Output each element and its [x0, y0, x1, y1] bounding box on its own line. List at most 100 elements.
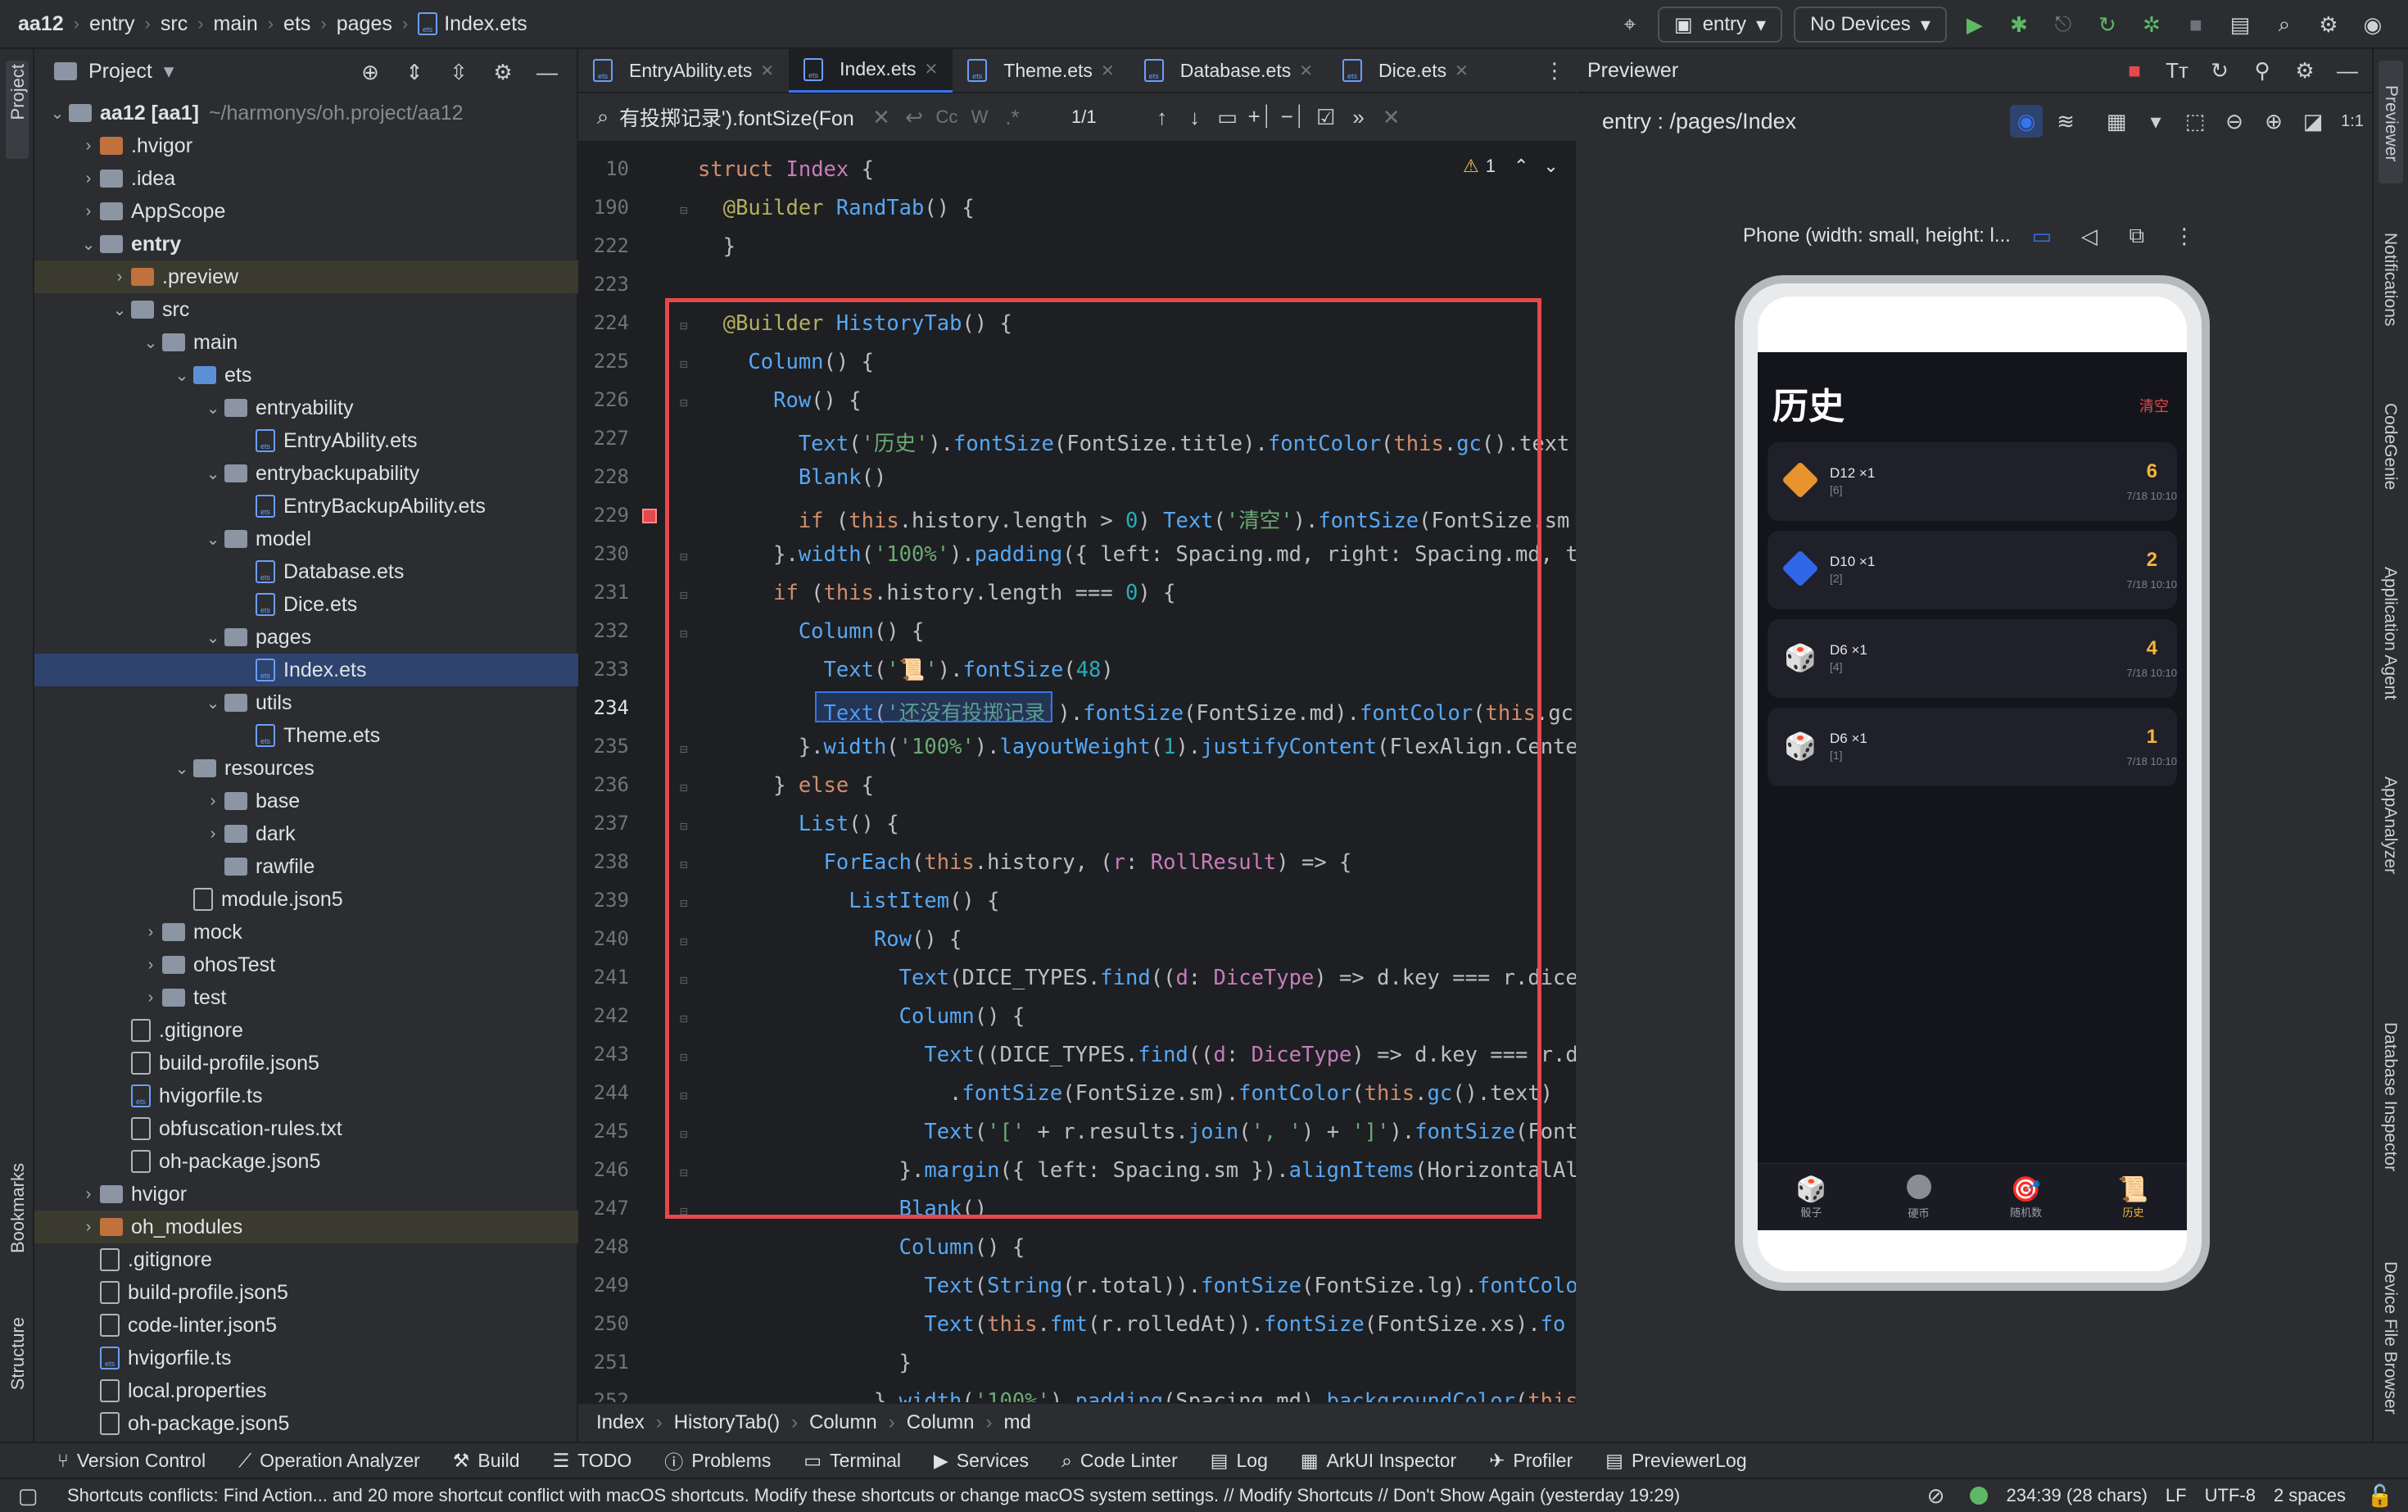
tool-device-file-browser[interactable]: Device File Browser — [2380, 1261, 2400, 1415]
device-manager-icon[interactable]: ▤ — [2224, 8, 2256, 41]
actual-size-icon[interactable]: ◪ — [2297, 105, 2329, 138]
fold-marker-icon[interactable]: ⊟ — [680, 895, 688, 911]
fold-marker-icon[interactable]: ⊟ — [680, 972, 688, 988]
warning-indicator[interactable]: ⚠ 1 ⌃ ⌄ — [1463, 156, 1559, 177]
tree-item[interactable]: ⌄ entryability — [34, 392, 578, 424]
tree-item[interactable]: build-profile.json5 — [34, 1047, 578, 1080]
indent[interactable]: 2 spaces — [2274, 1485, 2346, 1506]
code-line[interactable]: } — [698, 234, 736, 259]
fold-marker-icon[interactable]: ⊟ — [680, 395, 688, 410]
whole-word-icon[interactable]: W — [963, 101, 996, 134]
chevron-down-icon[interactable]: ⌄ — [108, 300, 131, 320]
tab-dice[interactable]: ets Dice.ets ✕ — [1328, 48, 1483, 93]
fold-marker-icon[interactable]: ⊟ — [680, 1165, 688, 1180]
chevron-down-icon[interactable]: ⌄ — [77, 234, 100, 255]
zoom-in-icon[interactable]: ⊕ — [2257, 105, 2290, 138]
tree-item[interactable]: ⌄ utils — [34, 686, 578, 719]
fold-marker-icon[interactable]: ⊟ — [680, 626, 688, 641]
tree-item[interactable]: code-linter.json5 — [34, 1309, 578, 1342]
tree-item[interactable]: ⌄ entry — [34, 228, 578, 260]
clear-button[interactable]: 清空 — [2139, 395, 2169, 416]
tree-item[interactable]: ⌄ main — [34, 326, 578, 359]
grid-icon[interactable]: ▦ — [2100, 105, 2133, 138]
tab-database[interactable]: ets Database.ets ✕ — [1129, 48, 1328, 93]
chevron-right-icon[interactable]: › — [139, 956, 162, 975]
tree-item[interactable]: module.json5 — [34, 883, 578, 916]
inspect-icon[interactable]: ◉ — [2010, 105, 2043, 138]
tree-item[interactable]: ⌄ resources — [34, 752, 578, 785]
expand-all-icon[interactable]: ⇕ — [398, 56, 431, 88]
fold-marker-icon[interactable]: ⊟ — [680, 318, 688, 333]
fold-marker-icon[interactable]: ⊟ — [680, 587, 688, 603]
crumb-column[interactable]: Column — [809, 1411, 877, 1434]
nav-coin[interactable]: 硬币 — [1865, 1174, 1972, 1220]
history-card[interactable]: D12 ×1 [6] 6 7/18 10:10 — [1768, 442, 2177, 521]
fold-marker-icon[interactable]: ⊟ — [680, 1011, 688, 1026]
breadcrumb-ets[interactable]: ets — [283, 12, 310, 36]
tool-previewer[interactable]: Previewer — [2379, 61, 2403, 183]
chevron-down-icon[interactable]: ⌄ — [139, 333, 162, 353]
breadcrumb-project[interactable]: aa12 — [18, 12, 64, 36]
chevron-down-icon[interactable]: ⌄ — [46, 103, 69, 124]
stop-icon[interactable]: ■ — [2118, 54, 2151, 87]
history-card[interactable]: 🎲 D6 ×1 [1] 1 7/18 10:10 — [1768, 708, 2177, 786]
crumb-column-2[interactable]: Column — [907, 1411, 975, 1434]
tree-item[interactable]: › test — [34, 981, 578, 1014]
fold-marker-icon[interactable]: ⊟ — [680, 934, 688, 949]
chevron-right-icon[interactable]: › — [77, 1185, 100, 1204]
chevron-right-icon[interactable]: › — [77, 170, 100, 188]
tree-item[interactable]: ets Index.ets — [34, 654, 578, 686]
chevron-right-icon[interactable]: › — [77, 1218, 100, 1237]
tool-application-agent[interactable]: Application Agent — [2380, 567, 2400, 699]
history-card[interactable]: D10 ×1 [2] 2 7/18 10:10 — [1768, 531, 2177, 609]
debug-icon[interactable]: ✱ — [2003, 8, 2035, 41]
more-icon[interactable]: ⋮ — [2168, 220, 2201, 252]
tree-item[interactable]: › .idea — [34, 162, 578, 195]
tree-item[interactable]: obfuscation-rules.txt — [34, 1112, 578, 1145]
fold-marker-icon[interactable]: ⊟ — [680, 741, 688, 757]
tree-item[interactable]: › mock — [34, 916, 578, 948]
back-icon[interactable]: ◁ — [2073, 220, 2106, 252]
chevron-right-icon[interactable]: › — [201, 792, 224, 811]
code-line[interactable]: Text(String(r.total)).fontSize(FontSize.… — [698, 1274, 1576, 1298]
search-icon[interactable]: ⌕ — [2268, 8, 2301, 41]
device-frame-icon[interactable]: ▭ — [2026, 220, 2058, 252]
tree-item[interactable]: › oh_modules — [34, 1211, 578, 1243]
close-icon[interactable]: ✕ — [925, 59, 939, 79]
clear-icon[interactable]: ✕ — [865, 101, 898, 134]
add-occurrence-icon[interactable]: +⏐ — [1244, 101, 1277, 134]
attach-icon[interactable]: ⎋ — [2047, 8, 2080, 41]
tree-item[interactable]: ets EntryAbility.ets — [34, 424, 578, 457]
arrow-down-icon[interactable]: ↓ — [1179, 101, 1211, 134]
locate-icon[interactable]: ⊕ — [354, 56, 387, 88]
no-sync-icon[interactable]: ⊘ — [1919, 1479, 1952, 1512]
chevron-up-icon[interactable]: ⌃ — [1514, 156, 1528, 177]
tree-item[interactable]: › .hvigor — [34, 129, 578, 162]
tree-item[interactable]: oh-package.json5 — [34, 1145, 578, 1178]
tree-item[interactable]: ets EntryBackupAbility.ets — [34, 490, 578, 523]
tree-item[interactable]: ⌄ entrybackupability — [34, 457, 578, 490]
tool-version-control[interactable]: ⑂ Version Control — [57, 1450, 206, 1472]
chevron-right-icon[interactable]: › — [139, 923, 162, 942]
breadcrumb-main[interactable]: main — [214, 12, 258, 36]
tree-item[interactable]: oh-package.json5 — [34, 1407, 578, 1440]
find-input[interactable]: 有投掷记录').fontSize(Fon — [619, 102, 865, 132]
tree-item[interactable]: › dark — [34, 817, 578, 850]
tool-log[interactable]: ▤ Log — [1211, 1450, 1268, 1472]
tab-theme[interactable]: ets Theme.ets ✕ — [953, 48, 1129, 93]
chevron-right-icon[interactable]: › — [139, 989, 162, 1007]
fold-marker-icon[interactable]: ⊟ — [680, 857, 688, 872]
tool-terminal[interactable]: ▭ Terminal — [803, 1450, 901, 1472]
close-icon[interactable]: ✕ — [1299, 61, 1313, 81]
regex-icon[interactable]: .* — [996, 101, 1029, 134]
fold-marker-icon[interactable]: ⊟ — [680, 1126, 688, 1142]
chevron-right-icon[interactable]: › — [201, 825, 224, 844]
tree-item[interactable]: ⌄ model — [34, 523, 578, 555]
breadcrumb-module[interactable]: entry — [89, 12, 135, 36]
tree-item[interactable]: › .preview — [34, 260, 578, 293]
tree-item[interactable]: › hvigor — [34, 1178, 578, 1211]
breakpoint-icon[interactable] — [642, 509, 657, 523]
match-case-icon[interactable]: Cc — [930, 101, 963, 134]
tree-item[interactable]: ⌄ src — [34, 293, 578, 326]
nav-history[interactable]: 📜 历史 — [2080, 1175, 2187, 1220]
